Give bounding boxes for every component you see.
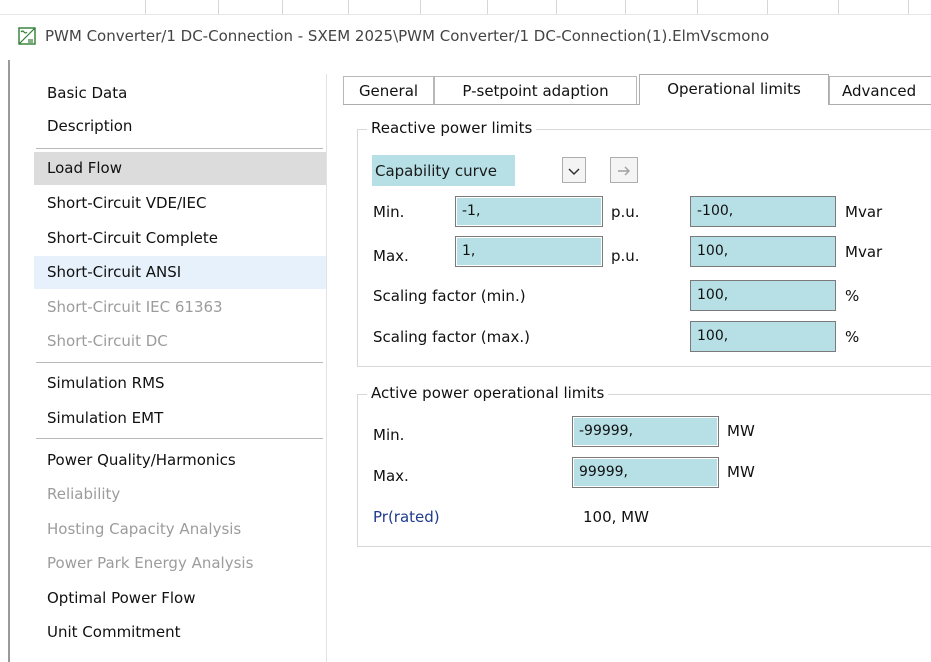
capability-curve-goto-button[interactable] <box>610 157 638 183</box>
sidebar-item-unit-commitment[interactable]: Unit Commitment <box>34 616 326 649</box>
sidebar-item-basic-data[interactable]: Basic Data <box>34 77 326 110</box>
active-max-unit: MW <box>727 463 755 481</box>
background-grid <box>0 0 931 15</box>
active-max-field[interactable]: 99999, <box>572 457 719 488</box>
sidebar-item-simulation-emt[interactable]: Simulation EMT <box>34 402 326 435</box>
scaling-factor-max-label: Scaling factor (max.) <box>373 328 530 346</box>
category-sidebar: Basic Data Description Load Flow Short-C… <box>34 74 327 662</box>
sidebar-divider <box>36 362 323 363</box>
capability-curve-dropdown-button[interactable] <box>562 157 586 183</box>
sidebar-item-optimal-power-flow[interactable]: Optimal Power Flow <box>34 582 326 615</box>
sidebar-item-load-flow[interactable]: Load Flow <box>34 152 326 185</box>
active-min-unit: MW <box>727 422 755 440</box>
sidebar-item-simulation-rms[interactable]: Simulation RMS <box>34 367 326 400</box>
window-left-edge <box>8 60 10 662</box>
reactive-min-mvar-unit: Mvar <box>845 203 883 221</box>
tab-operational-limits[interactable]: Operational limits <box>639 74 829 105</box>
reactive-min-pu-unit: p.u. <box>611 203 640 221</box>
window-title: PWM Converter/1 DC-Connection - SXEM 202… <box>45 27 770 45</box>
active-min-field[interactable]: -99999, <box>572 416 719 447</box>
tab-divider <box>343 104 931 105</box>
sidebar-item-power-quality-harmonics[interactable]: Power Quality/Harmonics <box>34 444 326 477</box>
window-titlebar: PWM Converter/1 DC-Connection - SXEM 202… <box>18 22 931 50</box>
converter-icon <box>18 27 36 45</box>
sidebar-item-short-circuit-ansi[interactable]: Short-Circuit ANSI <box>34 256 326 289</box>
reactive-min-pu-field[interactable]: -1, <box>455 196 603 227</box>
tab-advanced[interactable]: Advanced <box>829 76 931 104</box>
arrow-right-icon <box>617 161 631 180</box>
reactive-min-mvar-field[interactable]: -100, <box>690 196 836 227</box>
active-power-limits-title: Active power operational limits <box>367 384 609 402</box>
reactive-min-label: Min. <box>373 203 405 221</box>
sidebar-divider <box>36 438 323 439</box>
sidebar-item-hosting-capacity-analysis[interactable]: Hosting Capacity Analysis <box>34 513 326 546</box>
scaling-factor-max-field[interactable]: 100, <box>690 321 836 352</box>
sidebar-item-short-circuit-iec-61363[interactable]: Short-Circuit IEC 61363 <box>34 291 326 324</box>
reactive-power-limits-title: Reactive power limits <box>367 119 537 137</box>
active-min-label: Min. <box>373 426 405 444</box>
scaling-factor-min-unit: % <box>845 287 860 305</box>
sidebar-divider <box>36 148 323 149</box>
active-max-label: Max. <box>373 467 409 485</box>
sidebar-item-short-circuit-dc[interactable]: Short-Circuit DC <box>34 325 326 358</box>
scaling-factor-min-field[interactable]: 100, <box>690 280 836 311</box>
tab-p-setpoint-adaption[interactable]: P-setpoint adaption <box>434 76 637 104</box>
capability-curve-select[interactable]: Capability curve <box>372 155 515 186</box>
sidebar-item-power-park-energy-analysis[interactable]: Power Park Energy Analysis <box>34 547 326 580</box>
scaling-factor-max-unit: % <box>845 328 860 346</box>
sidebar-item-description[interactable]: Description <box>34 110 326 143</box>
scaling-factor-min-label: Scaling factor (min.) <box>373 287 526 305</box>
tab-strip: General P-setpoint adaption Operational … <box>343 74 931 105</box>
reactive-max-label: Max. <box>373 247 409 265</box>
chevron-down-icon <box>568 161 580 180</box>
rated-power-value: 100, MW <box>583 508 649 526</box>
sidebar-item-short-circuit-complete[interactable]: Short-Circuit Complete <box>34 222 326 255</box>
rated-power-label: Pr(rated) <box>373 508 440 526</box>
reactive-max-mvar-field[interactable]: 100, <box>690 236 836 267</box>
sidebar-item-short-circuit-vde-iec[interactable]: Short-Circuit VDE/IEC <box>34 187 326 220</box>
reactive-max-pu-field[interactable]: 1, <box>455 236 603 267</box>
tab-general[interactable]: General <box>343 76 434 104</box>
reactive-max-mvar-unit: Mvar <box>845 243 883 261</box>
sidebar-item-reliability[interactable]: Reliability <box>34 478 326 511</box>
reactive-max-pu-unit: p.u. <box>611 247 640 265</box>
